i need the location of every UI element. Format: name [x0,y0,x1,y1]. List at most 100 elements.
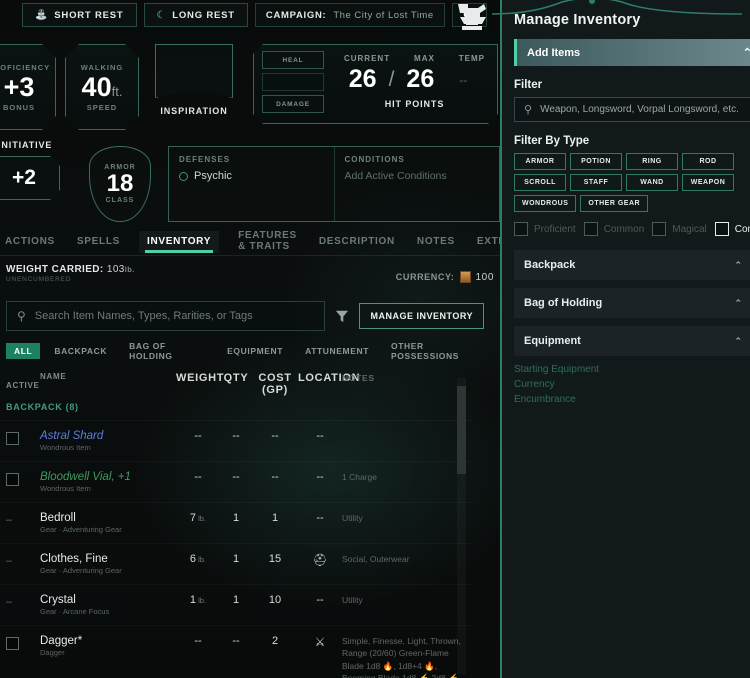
inventory-table-header: ACTIVE NAME WEIGHT QTY COST (GP) LOCATIO… [0,372,472,402]
proficiency-bonus-box[interactable]: PROFICIENCY +3 BONUS [0,44,56,130]
type-chip-rod[interactable]: ROD [682,153,734,170]
armor-class-box[interactable]: ARMOR 18 CLASS [89,146,151,222]
speed-caption-bottom: SPEED [86,102,118,112]
row-active-checkbox[interactable] [6,432,19,445]
defenses-panel[interactable]: DEFENSES Psychic [169,147,334,221]
checkbox-box[interactable] [652,222,667,236]
checkbox-common[interactable]: Common [583,222,644,236]
inventory-scrollbar-thumb[interactable] [457,386,466,474]
primary-stats-row: PROFICIENCY +3 BONUS WALKING 40ft. SPEED… [0,44,498,130]
tab-spells[interactable]: SPELLS [74,231,123,253]
type-chip-potion[interactable]: POTION [570,153,622,170]
col-name: NAME [40,372,67,381]
type-chip-weapon[interactable]: WEAPON [682,174,734,191]
checkbox-magical[interactable]: Magical [652,222,707,236]
container-section-equipment[interactable]: Equipment ⌃ [514,326,750,356]
hp-max-value[interactable]: 26 [406,65,434,94]
row-name-cell[interactable]: Crystal Gear · Arcane Focus [40,594,176,616]
hp-input-field[interactable] [262,73,324,91]
panel-filter-input[interactable]: ⚲ Weapon, Longsword, Vorpal Longsword, e… [514,97,750,122]
type-chip-other-gear[interactable]: OTHER GEAR [580,195,649,212]
filter-tab-bag-of-holding[interactable]: BAG OF HOLDING [121,338,213,364]
manage-inventory-button[interactable]: MANAGE INVENTORY [359,303,484,329]
panel-filter-label: Filter [514,79,543,91]
row-name-cell[interactable]: Astral Shard Wondrous Item [40,430,176,452]
heal-button[interactable]: HEAL [262,51,324,69]
row-name-cell[interactable]: Dagger* Dagger [40,635,176,657]
row-item-name: Clothes, Fine [40,553,108,565]
hp-current-header: CURRENT [343,54,391,63]
backpack-icon: ⛑ [312,553,328,567]
type-chip-armor[interactable]: ARMOR [514,153,566,170]
filter-tab-attunement[interactable]: ATTUNEMENT [297,343,377,359]
type-chip-scroll[interactable]: SCROLL [514,174,566,191]
damage-button[interactable]: DAMAGE [262,95,324,113]
hit-points-box: HEAL DAMAGE CURRENT MAX TEMP 26 / 26 -- [253,44,498,124]
table-row[interactable]: Bloodwell Vial, +1 Wondrous Item -- -- -- -- 1… [0,461,472,502]
row-weight-cell: 6 lb. [189,553,207,565]
row-cost-cell: 1 [271,512,279,524]
weight-value: 103 [106,264,125,275]
inspiration-box[interactable]: INSPIRATION [148,44,240,130]
table-row[interactable]: – Crystal Gear · Arcane Focus 1 lb. 1 10 -- Uti… [0,584,472,625]
initiative-label: INITIATIVE [0,140,53,150]
type-chip-wand[interactable]: WAND [626,174,678,191]
initiative-value[interactable]: +2 [0,156,60,200]
row-cost-cell: -- [271,430,279,442]
funnel-icon[interactable] [335,309,349,323]
type-chip-wondrous[interactable]: WONDROUS [514,195,577,212]
conditions-panel[interactable]: CONDITIONS Add Active Conditions [333,147,500,221]
tab-inventory[interactable]: INVENTORY [139,230,220,253]
filter-tab-equipment[interactable]: EQUIPMENT [219,343,291,359]
panel-link-encumbrance[interactable]: Encumbrance [514,394,750,405]
row-location: -- [316,430,324,442]
checkbox-proficient[interactable]: Proficient [514,222,576,236]
inventory-search-field[interactable]: ⚲ Search Item Names, Types, Rarities, or… [6,301,326,331]
row-name-cell[interactable]: Clothes, Fine Gear · Adventuring Gear [40,553,176,575]
row-item-subtitle: Wondrous Item [40,484,91,493]
speed-unit: ft. [111,83,123,99]
campaign-chip[interactable]: CAMPAIGN: The City of Lost Time [254,3,445,27]
checkbox-box[interactable] [583,222,598,236]
tab-description[interactable]: DESCRIPTION [316,231,398,253]
panel-link-currency[interactable]: Currency [514,379,750,390]
tab-extras[interactable]: EXTRAS [474,231,500,253]
row-name-cell[interactable]: Bloodwell Vial, +1 Wondrous Item [40,471,176,493]
row-name-cell[interactable]: Bedroll Gear · Adventuring Gear [40,512,176,534]
checkbox-contains[interactable]: Contains [714,222,750,236]
walking-speed-box[interactable]: WALKING 40ft. SPEED [65,44,139,130]
row-active-checkbox[interactable] [6,473,19,486]
checkbox-box[interactable] [514,222,528,236]
hp-temp-value[interactable]: -- [446,73,480,87]
filter-tab-all[interactable]: ALL [6,343,41,359]
long-rest-button[interactable]: ☾ LONG REST [143,3,248,27]
panel-link-starting-equipment[interactable]: Starting Equipment [514,364,750,375]
row-location-cell: ⛑ [298,553,342,567]
container-section-backpack[interactable]: Backpack ⌃ [514,250,750,280]
table-row[interactable]: Dagger* Dagger -- -- 2 ⚔ Simple, Finesse, Ligh… [0,625,472,678]
long-rest-label: LONG REST [172,9,235,21]
tab-features-traits[interactable]: FEATURES & TRAITS [235,225,300,258]
table-row[interactable]: Astral Shard Wondrous Item -- -- -- -- [0,420,472,461]
tab-notes[interactable]: NOTES [414,231,458,253]
container-section-bag-of-holding[interactable]: Bag of Holding ⌃ [514,288,750,318]
hp-current-value[interactable]: 26 [349,65,377,94]
type-chip-ring[interactable]: RING [626,153,678,170]
checkbox-box[interactable] [714,222,729,236]
add-items-button[interactable]: Add Items ⌃ [514,39,750,66]
type-chip-staff[interactable]: STAFF [570,174,622,191]
anvil-icon[interactable] [452,0,492,32]
hp-slash: / [388,67,395,91]
tab-actions[interactable]: ACTIONS [2,231,58,253]
table-row[interactable]: – Clothes, Fine Gear · Adventuring Gear 6 l… [0,543,472,584]
currency-display[interactable]: CURRENCY: 100 [396,264,494,290]
short-rest-button[interactable]: ⛲ SHORT REST [22,3,137,27]
inventory-group-header[interactable]: BACKPACK (8) [0,402,472,420]
filter-tab-other-possessions[interactable]: OTHER POSSESSIONS [383,338,494,364]
row-cost-cell: 15 [268,553,282,565]
currency-amount: 100 [475,271,494,283]
inventory-search-placeholder: Search Item Names, Types, Rarities, or T… [34,310,253,322]
table-row[interactable]: – Bedroll Gear · Adventuring Gear 7 lb. 1 1 --… [0,502,472,543]
filter-tab-backpack[interactable]: BACKPACK [46,343,115,359]
row-active-checkbox[interactable] [6,637,19,650]
